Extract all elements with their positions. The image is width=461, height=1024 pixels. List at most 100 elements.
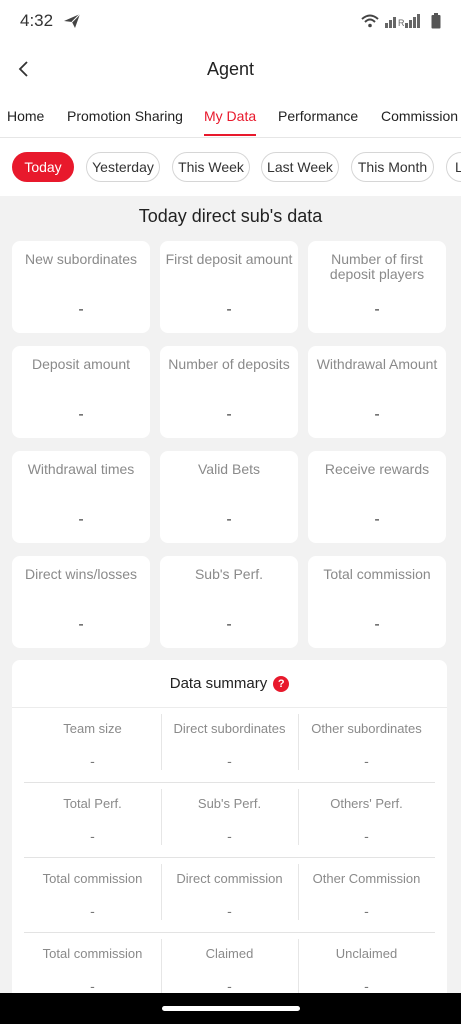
stat-card: Number of deposits - (160, 346, 298, 438)
summary-value: - (364, 978, 369, 994)
filter-last-week[interactable]: Last Week (261, 152, 339, 182)
send-icon (64, 13, 81, 28)
summary-value: - (90, 828, 95, 844)
system-nav-bar (0, 993, 461, 1024)
stat-value: - (226, 616, 232, 633)
stat-label: Sub's Perf. (194, 566, 264, 582)
summary-label: Unclaimed (335, 946, 398, 961)
stat-card: Deposit amount - (12, 346, 150, 438)
summary-label: Others' Perf. (330, 796, 403, 811)
stat-card: Number of first deposit players - (308, 241, 446, 333)
signal-icon: R (385, 14, 420, 28)
stat-label: Withdrawal times (27, 461, 135, 477)
status-bar: 4:32 R (0, 0, 461, 42)
stat-card: Valid Bets - (160, 451, 298, 543)
stat-label: Number of first deposit players (329, 251, 425, 282)
tab-my-data[interactable]: My Data (204, 96, 257, 137)
help-icon[interactable]: ? (273, 675, 290, 692)
summary-cell: Direct commission - (161, 858, 298, 932)
tab-commission[interactable]: Commission (381, 96, 458, 137)
stat-label: Receive rewards (324, 461, 430, 477)
summary-label: Claimed (205, 946, 254, 961)
status-left: 4:32 (20, 11, 81, 31)
stat-card: Total commission - (308, 556, 446, 648)
stat-label: Number of deposits (168, 356, 290, 372)
data-summary-title: Data summary (169, 675, 268, 692)
stat-card: Sub's Perf. - (160, 556, 298, 648)
stat-value: - (374, 616, 380, 633)
stat-label: First deposit amount (165, 251, 293, 267)
summary-label: Total commission (42, 946, 143, 961)
tab-bar: Home Promotion Sharing My Data Performan… (0, 96, 461, 138)
summary-cell: Others' Perf. - (298, 783, 435, 857)
status-right: R (361, 13, 441, 29)
stat-value: - (78, 406, 84, 423)
stat-card: New subordinates - (12, 241, 150, 333)
status-time: 4:32 (20, 11, 54, 30)
summary-value: - (227, 828, 232, 844)
summary-value: - (364, 753, 369, 769)
summary-cell: Total Perf. - (24, 783, 161, 857)
stat-card: Receive rewards - (308, 451, 446, 543)
stat-value: - (374, 511, 380, 528)
stat-value: - (374, 301, 380, 318)
stat-label: Withdrawal Amount (316, 356, 438, 372)
summary-row: Team size - Direct subordinates - Other … (24, 708, 435, 783)
back-button[interactable] (10, 55, 38, 83)
stat-value: - (226, 406, 232, 423)
stat-label: New subordinates (24, 251, 138, 267)
filter-this-month[interactable]: This Month (351, 152, 434, 182)
section-title: Today direct sub's data (138, 206, 323, 226)
stat-value: - (78, 301, 84, 318)
page-title: Agent (206, 58, 255, 79)
summary-value: - (227, 753, 232, 769)
summary-label: Other subordinates (311, 721, 422, 736)
summary-value: - (227, 978, 232, 994)
summary-label: Other Commission (312, 871, 421, 886)
data-summary-header: Data summary ? (12, 660, 447, 708)
stat-card: First deposit amount - (160, 241, 298, 333)
filter-today[interactable]: Today (12, 152, 74, 182)
summary-row: Total commission - Direct commission - O… (24, 858, 435, 933)
summary-label: Team size (63, 721, 122, 736)
summary-label: Total Perf. (63, 796, 122, 811)
stat-value: - (226, 511, 232, 528)
summary-value: - (90, 978, 95, 994)
summary-cell: Total commission - (24, 858, 161, 932)
summary-cell: Direct subordinates - (161, 708, 298, 782)
filter-last-month[interactable]: L (446, 152, 461, 182)
stat-card: Withdrawal times - (12, 451, 150, 543)
stat-label: Deposit amount (31, 356, 131, 372)
stat-value: - (226, 301, 232, 318)
summary-label: Total commission (42, 871, 143, 886)
summary-cell: Sub's Perf. - (161, 783, 298, 857)
stat-card: Withdrawal Amount - (308, 346, 446, 438)
summary-label: Direct commission (176, 871, 283, 886)
summary-value: - (90, 753, 95, 769)
summary-value: - (227, 903, 232, 919)
battery-icon (431, 13, 441, 29)
stat-label: Direct wins/losses (24, 566, 138, 582)
home-gesture-pill[interactable] (162, 1006, 300, 1011)
back-arrow-icon (18, 61, 28, 77)
stat-label: Valid Bets (198, 461, 260, 477)
date-filter-bar: Today Yesterday This Week Last Week This… (0, 138, 461, 196)
filter-yesterday[interactable]: Yesterday (86, 152, 160, 182)
tab-promotion-sharing[interactable]: Promotion Sharing (67, 96, 183, 137)
svg-text:R: R (398, 18, 405, 28)
stat-value: - (78, 616, 84, 633)
summary-label: Direct subordinates (173, 721, 286, 736)
filter-this-week[interactable]: This Week (172, 152, 250, 182)
stat-value: - (78, 511, 84, 528)
tab-home[interactable]: Home (7, 96, 44, 137)
summary-cell: Other subordinates - (298, 708, 435, 782)
data-summary-panel: Data summary ? Team size - Direct subord… (12, 660, 447, 1000)
app-header: Agent (0, 42, 461, 96)
summary-value: - (364, 828, 369, 844)
summary-cell: Team size - (24, 708, 161, 782)
stat-card: Direct wins/losses - (12, 556, 150, 648)
tab-performance[interactable]: Performance (278, 96, 358, 137)
summary-value: - (364, 903, 369, 919)
summary-label: Sub's Perf. (197, 796, 262, 811)
wifi-icon (361, 14, 379, 28)
